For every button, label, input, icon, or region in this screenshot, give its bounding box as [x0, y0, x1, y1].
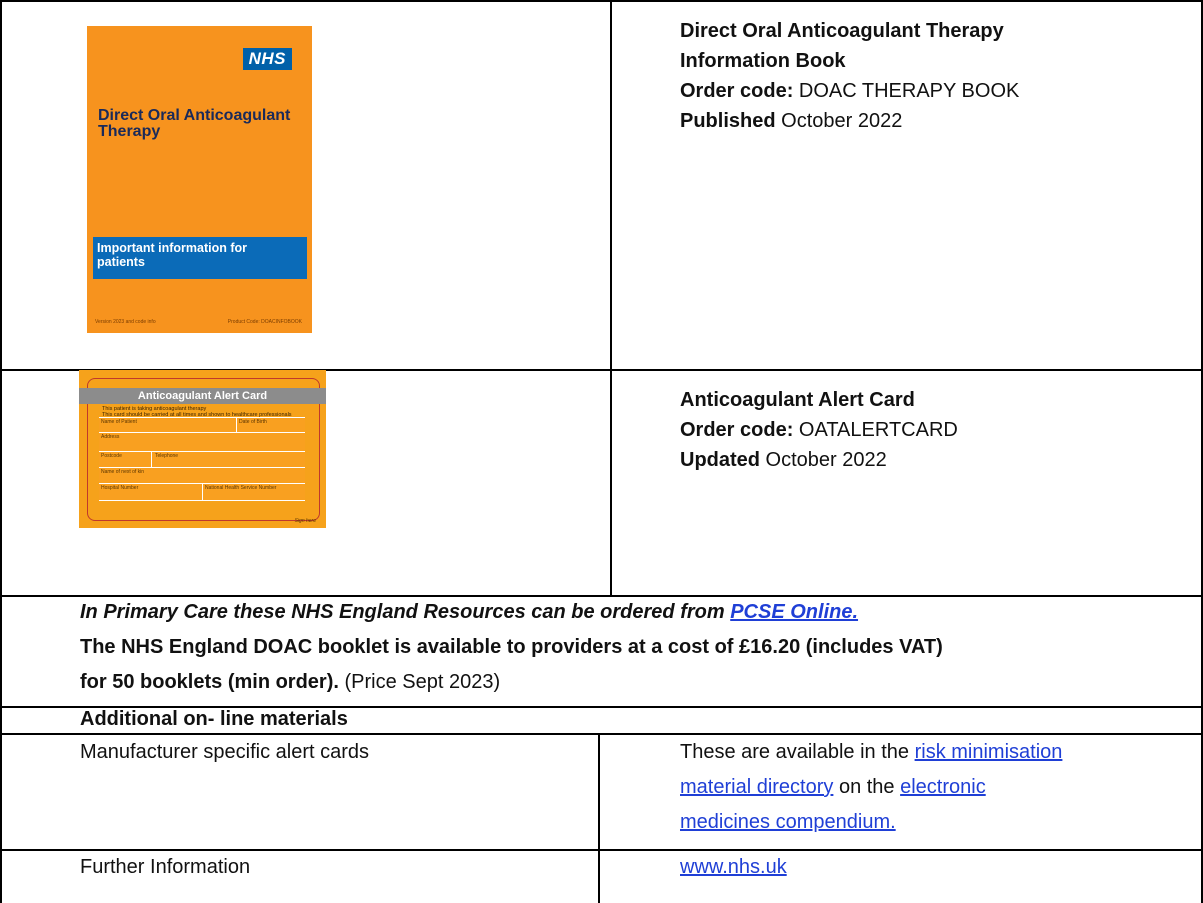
- card-form-divider: [202, 483, 203, 500]
- risk-material-mid: on the: [833, 776, 901, 798]
- card-field-name: Name of Patient: [101, 419, 137, 425]
- doac-book-cover-image: NHS Direct Oral Anticoagulant Therapy Im…: [87, 26, 312, 333]
- card-signature: Sign here: [294, 518, 316, 524]
- book-title-line2: Information Book: [680, 50, 846, 72]
- col-divider-top: [610, 0, 612, 596]
- card-order-label: Order code:: [680, 419, 794, 441]
- cover-title: Direct Oral Anticoagulant Therapy: [98, 107, 291, 140]
- nhs-logo: NHS: [242, 48, 292, 70]
- table-border-left: [0, 0, 2, 903]
- ordering-info-line1: In Primary Care these NHS England Resour…: [80, 597, 858, 627]
- alert-card-image: Anticoagulant Alert Card This patient is…: [79, 370, 326, 528]
- card-field-postcode: Postcode: [101, 453, 122, 459]
- material-directory-link[interactable]: material directory: [680, 776, 833, 798]
- book-title-line1: Direct Oral Anticoagulant Therapy: [680, 20, 1004, 42]
- further-information-label: Further Information: [80, 856, 251, 878]
- published-value: October 2022: [775, 110, 903, 132]
- card-form-line: [99, 467, 305, 468]
- updated-value: October 2022: [760, 449, 887, 471]
- risk-material-prefix: These are available in the: [680, 741, 915, 763]
- col-divider-bottom: [598, 733, 600, 903]
- cover-band: Important information for patients: [93, 237, 307, 279]
- card-form-line: [99, 500, 305, 501]
- ordering-info-line2: The NHS England DOAC booklet is availabl…: [80, 636, 943, 658]
- cover-footer-right: Product Code: DOACINFOBOOK: [227, 319, 302, 325]
- card-field-hospital: Hospital Number: [101, 485, 139, 491]
- risk-material-line1: These are available in the risk minimisa…: [680, 737, 1062, 767]
- cover-footer-left: Version 2023 and code info: [95, 319, 156, 325]
- row-divider-5: [0, 849, 1203, 851]
- published-label: Published: [680, 110, 776, 132]
- card-field-address: Address: [101, 434, 120, 440]
- manufacturer-alert-cards-label: Manufacturer specific alert cards: [80, 741, 370, 763]
- medicines-compendium-link[interactable]: medicines compendium.: [680, 811, 896, 833]
- nhs-uk-link[interactable]: www.nhs.uk: [680, 852, 787, 882]
- table-border-top: [0, 0, 1203, 2]
- card-form-divider: [236, 417, 237, 432]
- risk-minimisation-link[interactable]: risk minimisation: [915, 741, 1063, 763]
- card-heading: Anticoagulant Alert Card: [79, 388, 326, 404]
- card-field-nhs-number: National Health Service Number: [205, 485, 277, 491]
- updated-label: Updated: [680, 449, 760, 471]
- additional-materials-heading: Additional on- line materials: [80, 708, 348, 730]
- ordering-info-price-date: (Price Sept 2023): [338, 671, 501, 693]
- ordering-info-text: In Primary Care these NHS England Resour…: [80, 601, 731, 623]
- cover-band-text: Important information for patients: [97, 241, 247, 269]
- card-updated: Updated October 2022: [680, 445, 887, 475]
- electronic-link[interactable]: electronic: [900, 776, 986, 798]
- pcse-online-link[interactable]: PCSE Online.: [730, 601, 858, 623]
- card-title: Anticoagulant Alert Card: [680, 389, 915, 411]
- card-form-line: [99, 451, 305, 452]
- card-field-nok: Name of next of kin: [101, 469, 145, 475]
- card-form-divider: [151, 451, 152, 467]
- book-published: Published October 2022: [680, 106, 902, 136]
- card-form-line: [99, 432, 305, 433]
- ordering-info-min-order: for 50 booklets (min order).: [80, 671, 339, 693]
- card-order-value: OATALERTCARD: [793, 419, 958, 441]
- order-code-label: Order code:: [680, 80, 794, 102]
- order-code-value: DOAC THERAPY BOOK: [793, 80, 1020, 102]
- card-form: Name of Patient Date of Birth Address Po…: [99, 417, 305, 501]
- book-order-code: Order code: DOAC THERAPY BOOK: [680, 76, 1019, 106]
- ordering-info-line3: for 50 booklets (min order). (Price Sept…: [80, 667, 500, 697]
- card-field-telephone: Telephone: [155, 453, 179, 459]
- risk-material-line2: material directory on the electronic: [680, 772, 986, 802]
- card-form-line: [99, 417, 305, 418]
- card-order-code: Order code: OATALERTCARD: [680, 415, 958, 445]
- card-field-dob: Date of Birth: [239, 419, 267, 425]
- risk-material-line3: medicines compendium.: [680, 807, 896, 837]
